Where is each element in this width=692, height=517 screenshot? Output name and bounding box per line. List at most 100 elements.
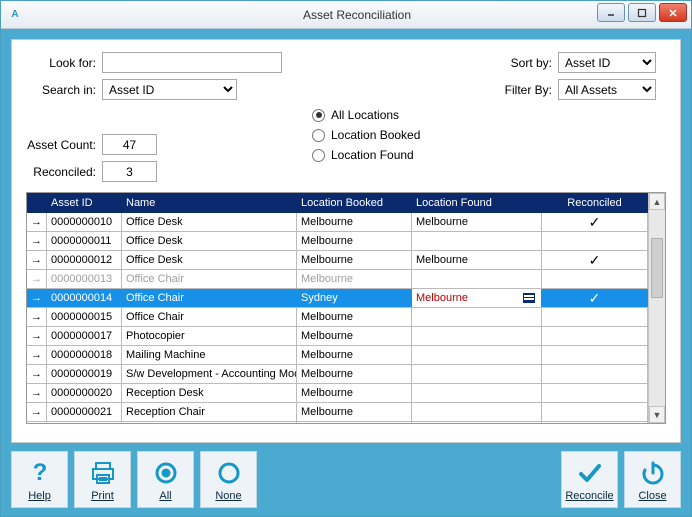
cell-location-found: [412, 365, 542, 383]
scrollbar[interactable]: ▲ ▼: [648, 193, 665, 423]
none-button[interactable]: None: [200, 451, 257, 508]
window-title: Asset Reconciliation: [23, 8, 691, 22]
cell-location-booked: Melbourne: [297, 327, 412, 345]
row-arrow-icon: →: [27, 403, 47, 421]
table-row[interactable]: →0000000021Reception ChairMelbourne: [27, 403, 648, 422]
minimize-icon: [606, 8, 616, 18]
col-reconciled[interactable]: Reconciled: [542, 193, 648, 213]
radio-all-locations[interactable]: All Locations: [312, 108, 420, 122]
table-row[interactable]: →0000000017PhotocopierMelbourne: [27, 327, 648, 346]
asset-grid: Asset ID Name Location Booked Location F…: [26, 192, 666, 424]
cell-location-found: [412, 384, 542, 402]
cell-asset-id: 0000000022: [47, 422, 122, 423]
radio-icon: [312, 129, 325, 142]
reconcile-button[interactable]: Reconcile: [561, 451, 618, 508]
cell-location-found: [412, 346, 542, 364]
cell-reconciled: ✓: [542, 289, 648, 307]
table-row[interactable]: →0000000014Office ChairSydneyMelbourne✓: [27, 289, 648, 308]
reconciled-label: Reconciled:: [26, 165, 96, 179]
cell-name: Office Chair: [122, 289, 297, 307]
filter-form: Look for: Search in: Asset ID Asset Coun…: [26, 52, 666, 182]
cell-location-found: Melbourne: [412, 251, 542, 269]
help-button[interactable]: ? Help: [11, 451, 68, 508]
content-frame: Look for: Search in: Asset ID Asset Coun…: [1, 29, 691, 516]
cell-location-found: Melbourne: [412, 289, 542, 307]
cell-reconciled: [542, 270, 648, 288]
cell-name: Reception Desk: [122, 384, 297, 402]
filter-col-middle: All Locations Location Booked Location F…: [312, 106, 420, 182]
cell-reconciled: [542, 384, 648, 402]
radio-label: All Locations: [331, 108, 399, 122]
row-arrow-icon: →: [27, 251, 47, 269]
radio-location-found[interactable]: Location Found: [312, 148, 420, 162]
radio-location-booked[interactable]: Location Booked: [312, 128, 420, 142]
asset-count-label: Asset Count:: [26, 138, 96, 152]
scroll-down-button[interactable]: ▼: [649, 406, 665, 423]
cell-asset-id: 0000000019: [47, 365, 122, 383]
toolbar: ? Help Print All None Reconcile: [11, 451, 681, 508]
cell-location-found: Melbourne: [412, 213, 542, 231]
scroll-up-button[interactable]: ▲: [649, 193, 665, 210]
cell-location-booked: Melbourne: [297, 232, 412, 250]
grid-body: →0000000010Office DeskMelbourneMelbourne…: [27, 213, 648, 423]
table-row[interactable]: →0000000013Office ChairMelbourne: [27, 270, 648, 289]
table-row[interactable]: →0000000022RefrigeratorMelbourne: [27, 422, 648, 423]
cell-location-found: [412, 327, 542, 345]
look-for-input[interactable]: [102, 52, 282, 73]
svg-text:?: ?: [32, 460, 47, 486]
row-arrow-icon: →: [27, 384, 47, 402]
grid-header: Asset ID Name Location Booked Location F…: [27, 193, 648, 213]
cell-name: Reception Chair: [122, 403, 297, 421]
print-button[interactable]: Print: [74, 451, 131, 508]
cell-location-booked: Melbourne: [297, 384, 412, 402]
reconciled-value: [102, 161, 157, 182]
button-label: Help: [28, 490, 51, 502]
cell-location-booked: Melbourne: [297, 365, 412, 383]
col-name[interactable]: Name: [122, 193, 297, 213]
close-window-button[interactable]: [659, 3, 687, 22]
app-icon: A: [7, 7, 23, 23]
app-window: A Asset Reconciliation Look for: Search …: [0, 0, 692, 517]
all-button[interactable]: All: [137, 451, 194, 508]
cell-asset-id: 0000000011: [47, 232, 122, 250]
table-row[interactable]: →0000000010Office DeskMelbourneMelbourne…: [27, 213, 648, 232]
table-row[interactable]: →0000000015Office ChairMelbourne: [27, 308, 648, 327]
scroll-thumb[interactable]: [651, 238, 663, 298]
maximize-button[interactable]: [628, 3, 656, 22]
sort-by-select[interactable]: Asset ID: [558, 52, 656, 73]
check-icon: ✓: [589, 252, 601, 269]
cell-reconciled: [542, 308, 648, 326]
cell-location-booked: Melbourne: [297, 270, 412, 288]
cell-name: Office Chair: [122, 270, 297, 288]
radio-label: Location Booked: [331, 128, 420, 142]
radio-icon: [312, 149, 325, 162]
cell-location-found: [412, 308, 542, 326]
cell-asset-id: 0000000015: [47, 308, 122, 326]
cell-reconciled: [542, 232, 648, 250]
close-button[interactable]: Close: [624, 451, 681, 508]
table-row[interactable]: →0000000018Mailing MachineMelbourne: [27, 346, 648, 365]
cell-asset-id: 0000000014: [47, 289, 122, 307]
col-location-booked[interactable]: Location Booked: [297, 193, 412, 213]
check-icon: ✓: [589, 214, 601, 231]
table-row[interactable]: →0000000011Office DeskMelbourne: [27, 232, 648, 251]
col-asset-id[interactable]: Asset ID: [47, 193, 122, 213]
search-in-label: Search in:: [26, 83, 96, 97]
row-arrow-icon: →: [27, 308, 47, 326]
table-row[interactable]: →0000000019S/w Development - Accounting …: [27, 365, 648, 384]
cell-reconciled: ✓: [542, 213, 648, 231]
minimize-button[interactable]: [597, 3, 625, 22]
cell-location-booked: Melbourne: [297, 403, 412, 421]
cell-name: Office Desk: [122, 213, 297, 231]
scroll-track[interactable]: [649, 210, 665, 406]
search-in-select[interactable]: Asset ID: [102, 79, 237, 100]
cell-reconciled: [542, 327, 648, 345]
cell-reconciled: ✓: [542, 251, 648, 269]
table-row[interactable]: →0000000020Reception DeskMelbourne: [27, 384, 648, 403]
table-row[interactable]: →0000000012Office DeskMelbourneMelbourne…: [27, 251, 648, 270]
col-location-found[interactable]: Location Found: [412, 193, 542, 213]
cell-location-found: [412, 232, 542, 250]
filter-by-label: Filter By:: [497, 83, 552, 97]
filter-by-select[interactable]: All Assets: [558, 79, 656, 100]
cell-location-booked: Sydney: [297, 289, 412, 307]
